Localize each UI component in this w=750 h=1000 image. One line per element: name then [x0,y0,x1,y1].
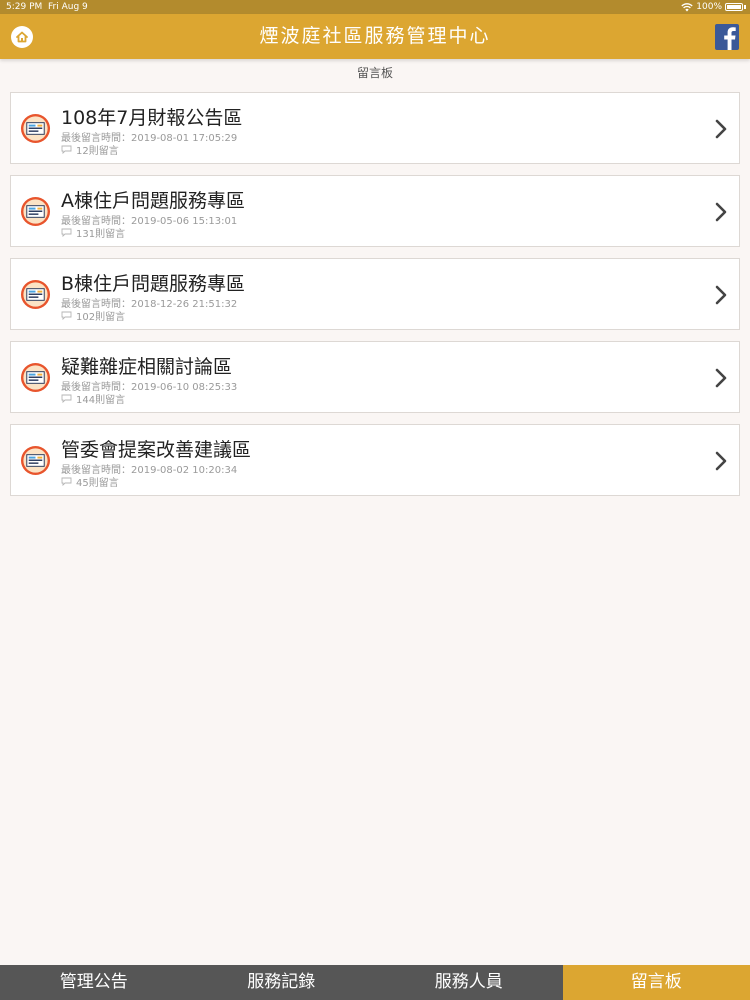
message-count-row: 144則留言 [61,391,125,406]
board-icon [20,362,51,393]
message-count: 12則留言 [76,146,119,157]
board-icon [20,196,51,227]
board-name: 108年7月財報公告區 [61,107,243,129]
tab-announcements[interactable]: 管理公告 [0,965,188,1000]
chevron-right-icon [715,119,727,139]
battery-icon [725,3,743,11]
board-item[interactable]: A棟住戶問題服務專區 最後留言時間：2019-05-06 15:13:01 13… [10,175,740,247]
header-bar: 煙波庭社區服務管理中心 [0,14,750,59]
comment-icon [61,311,72,320]
chevron-right-icon [715,368,727,388]
message-count: 45則留言 [76,478,119,489]
message-count-row: 131則留言 [61,225,125,240]
board-icon [20,113,51,144]
message-count: 102則留言 [76,312,126,323]
tab-bar: 管理公告 服務記錄 服務人員 留言板 [0,965,750,1000]
board-item[interactable]: 108年7月財報公告區 最後留言時間：2019-08-01 17:05:29 1… [10,92,740,164]
message-count: 144則留言 [76,395,126,406]
chevron-right-icon [715,285,727,305]
app-title: 煙波庭社區服務管理中心 [259,25,491,47]
message-count-row: 102則留言 [61,308,125,323]
tab-message-board[interactable]: 留言板 [562,965,750,1000]
comment-icon [61,477,72,486]
facebook-icon [724,27,736,50]
board-name: 管委會提案改善建議區 [61,439,252,461]
tab-service-records[interactable]: 服務記錄 [188,965,376,1000]
tab-service-staff[interactable]: 服務人員 [375,965,563,1000]
battery-percent: 100% [696,2,722,12]
wifi-icon [681,2,693,11]
board-name: B棟住戶問題服務專區 [61,273,246,295]
status-time: 5:29 PM [6,2,43,12]
board-item[interactable]: 管委會提案改善建議區 最後留言時間：2019-08-02 10:20:34 45… [10,424,740,496]
board-item[interactable]: 疑難雜症相關討論區 最後留言時間：2019-06-10 08:25:33 144… [10,341,740,413]
board-icon [20,445,51,476]
comment-icon [61,394,72,403]
status-right: 100% [681,0,746,14]
message-count: 131則留言 [76,229,126,240]
chevron-right-icon [715,451,727,471]
page-title: 留言板 [356,66,393,80]
board-item[interactable]: B棟住戶問題服務專區 最後留言時間：2018-12-26 21:51:32 10… [10,258,740,330]
message-count-row: 12則留言 [61,142,119,157]
facebook-button[interactable] [715,24,739,50]
chevron-right-icon [715,202,727,222]
message-count-row: 45則留言 [61,474,119,489]
board-name: A棟住戶問題服務專區 [61,190,245,212]
comment-icon [61,145,72,154]
status-date: Fri Aug 9 [48,2,88,12]
battery-tip [744,5,746,9]
board-icon [20,279,51,310]
board-name: 疑難雜症相關討論區 [61,356,233,378]
comment-icon [61,228,72,237]
status-bar: 5:29 PM Fri Aug 9 100% [0,0,750,14]
board-list: 108年7月財報公告區 最後留言時間：2019-08-01 17:05:29 1… [10,92,740,507]
